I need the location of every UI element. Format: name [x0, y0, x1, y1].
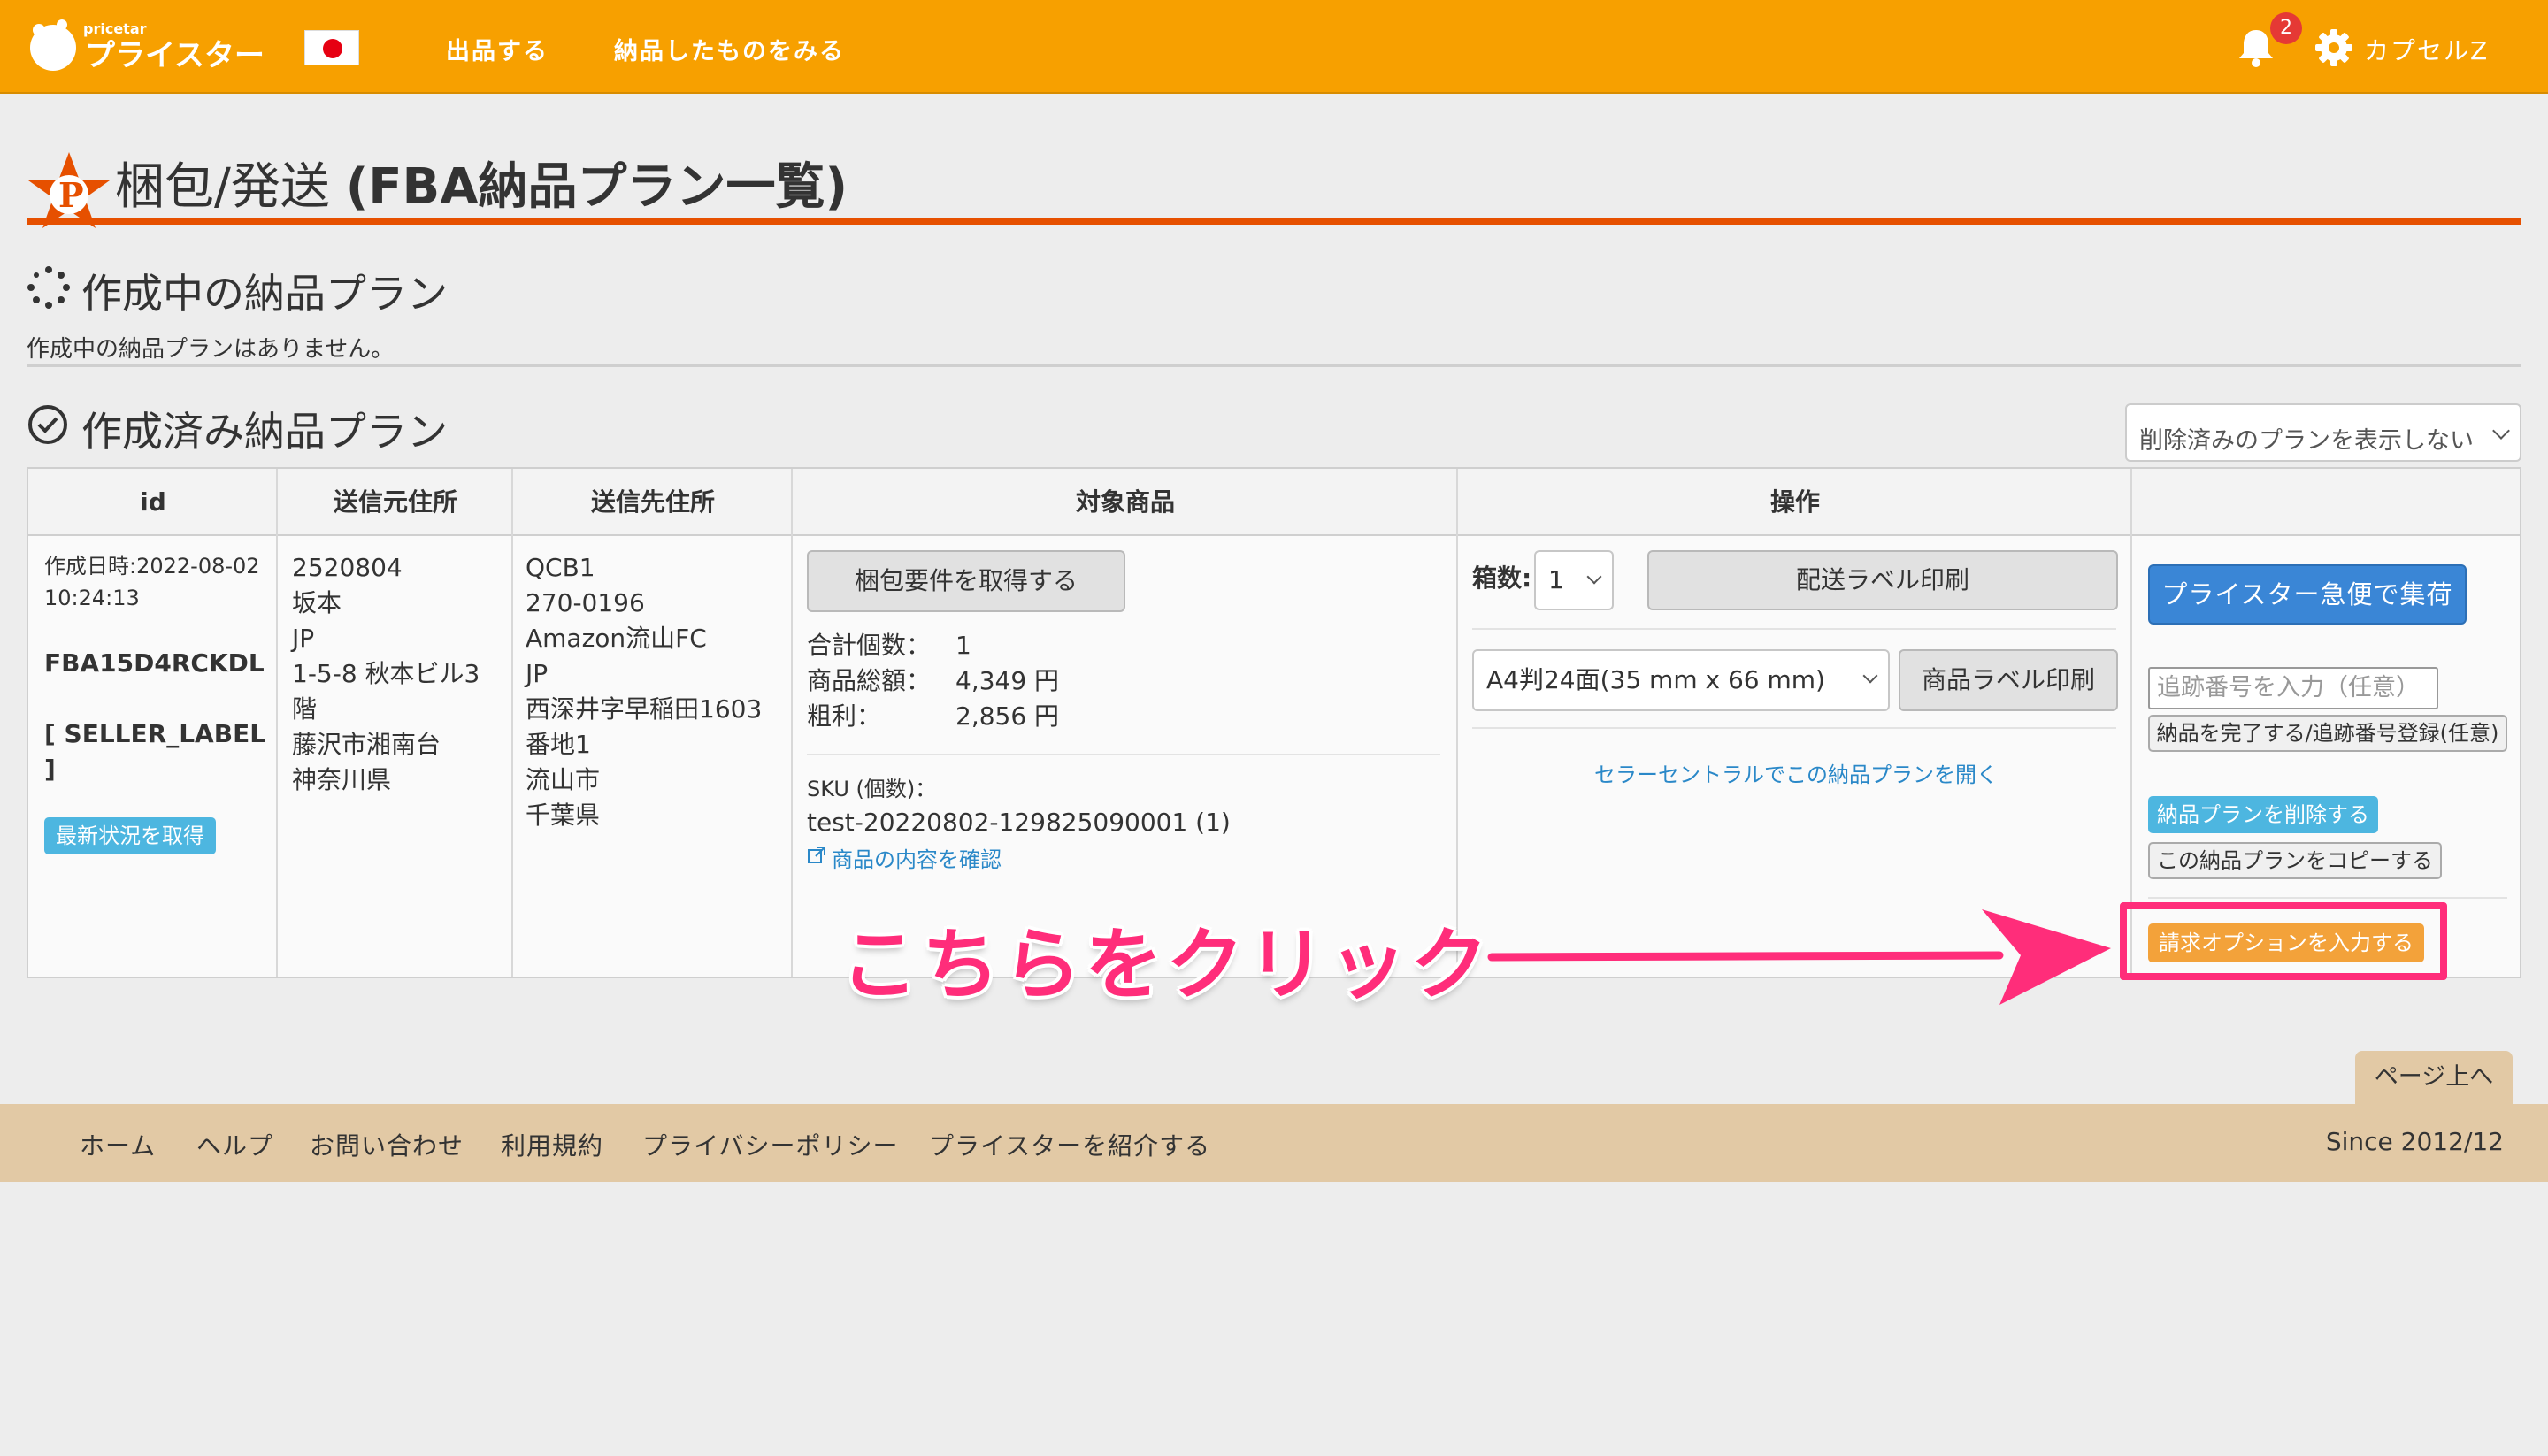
to-address: QCB1 270-0196 Amazon流山FC JP 西深井字早稲田1603 …: [526, 553, 763, 830]
products-separator: [807, 754, 1440, 755]
spinner-icon: [27, 266, 70, 309]
page-title-main: 梱包/発送: [115, 158, 330, 216]
col-divider: [1456, 469, 1458, 977]
chevron-down-icon: [2492, 422, 2510, 440]
profit-value: 2,856 円: [956, 701, 1060, 731]
chevron-down-icon: [1586, 569, 1602, 585]
annotation-click-here: こちらをクリック: [840, 919, 1493, 1010]
section-divider: [27, 364, 2521, 367]
seller-label: [ SELLER_LABEL ]: [44, 719, 266, 784]
footer-link-help[interactable]: ヘルプ: [196, 1127, 273, 1162]
svg-text:P: P: [58, 175, 84, 215]
print-shipping-label-button[interactable]: 配送ラベル印刷: [1647, 550, 2118, 610]
chevron-down-icon: [1862, 668, 1878, 684]
total-qty-value: 1: [956, 631, 971, 660]
col-divider: [791, 469, 793, 977]
box-count-label: 箱数:: [1472, 563, 1532, 593]
page-title-sub: (FBA納品プラン一覧): [345, 158, 848, 216]
print-product-label-button[interactable]: 商品ラベル印刷: [1899, 649, 2118, 711]
express-pickup-button[interactable]: プライスター急便で集荷: [2148, 564, 2467, 625]
sku-label: SKU (個数)：: [807, 777, 937, 801]
pricetar-logo[interactable]: pricetar プライスター: [25, 12, 290, 83]
label-format-select[interactable]: A4判24面(35 mm x 66 mm): [1472, 649, 1890, 711]
user-name[interactable]: カプセルZ: [2364, 32, 2489, 67]
from-address: 2520804 坂本 JP 1-5-8 秋本ビル3 階 藤沢市湘南台 神奈川県: [292, 553, 480, 794]
created-at: 作成日時:2022-08-02 10:24:13: [44, 554, 260, 610]
complete-shipment-button[interactable]: 納品を完了する/追跡番号登録(任意): [2148, 715, 2507, 752]
footer-link-contact[interactable]: お問い合わせ: [310, 1127, 464, 1162]
total-qty-label: 合計個数：: [807, 631, 932, 660]
total-amount-value: 4,349 円: [956, 666, 1060, 695]
refresh-status-button[interactable]: 最新状況を取得: [44, 817, 216, 854]
bell-icon[interactable]: [2237, 27, 2276, 67]
th-products: 対象商品: [1075, 487, 1175, 517]
check-items-link[interactable]: 商品の内容を確認: [832, 842, 1002, 873]
th-id: id: [140, 487, 166, 517]
profit-label: 粗利：: [807, 701, 882, 731]
logo-main-text: プライスター: [85, 38, 265, 73]
seller-central-link[interactable]: セラーセントラルでこの納品プランを開く: [1594, 757, 1998, 788]
th-to-address: 送信先住所: [590, 487, 715, 517]
get-packing-requirements-button[interactable]: 梱包要件を取得する: [807, 550, 1125, 612]
box-count-value: 1: [1548, 565, 1564, 594]
footer-link-home[interactable]: ホーム: [80, 1127, 156, 1162]
footer: ホーム ヘルプ お問い合わせ 利用規約 プライバシーポリシー プライスターを紹介…: [0, 1104, 2548, 1182]
footer-link-privacy[interactable]: プライバシーポリシー: [642, 1127, 898, 1162]
completed-title: 作成済み納品プラン: [81, 408, 448, 456]
logo-small-text: pricetar: [83, 20, 147, 37]
actions-separator: [1472, 727, 2116, 729]
delete-plan-button[interactable]: 納品プランを削除する: [2148, 796, 2378, 833]
top-header: pricetar プライスター 出品する 納品したものをみる 2 カプセルZ: [0, 0, 2548, 94]
total-amount-label: 商品総額：: [807, 666, 932, 695]
title-divider: [27, 218, 2521, 225]
tracking-number-input[interactable]: 追跡番号を入力（任意）: [2148, 667, 2438, 709]
annotation-highlight-box: [2120, 902, 2447, 980]
check-circle-icon: [28, 405, 67, 444]
col-divider: [511, 469, 513, 977]
label-format-value: A4判24面(35 mm x 66 mm): [1486, 665, 1825, 694]
footer-link-terms[interactable]: 利用規約: [501, 1127, 603, 1162]
notification-badge: 2: [2270, 12, 2302, 44]
plan-id: FBA15D4RCKDL: [44, 648, 265, 678]
footer-link-refer[interactable]: プライスターを紹介する: [929, 1127, 1210, 1162]
page-title: 梱包/発送 (FBA納品プラン一覧): [115, 147, 848, 218]
deleted-plans-filter-select[interactable]: 削除済みのプランを表示しない: [2125, 403, 2521, 462]
th-extra: [2132, 469, 2520, 536]
in-progress-title: 作成中の納品プラン: [81, 270, 448, 318]
col-divider: [2130, 469, 2132, 977]
nav-shipped-items[interactable]: 納品したものをみる: [614, 32, 845, 66]
actions-separator: [1472, 628, 2116, 630]
footer-since: Since 2012/12: [2325, 1127, 2504, 1156]
in-progress-empty-message: 作成中の納品プランはありません。: [27, 336, 395, 363]
extra-separator: [2148, 897, 2507, 899]
page-top-button[interactable]: ページ上へ: [2355, 1051, 2513, 1106]
col-divider: [276, 469, 278, 977]
table-header-row: id 送信元住所 送信先住所 対象商品 操作: [28, 469, 2520, 536]
th-from-address: 送信元住所: [333, 487, 457, 517]
gear-icon[interactable]: [2314, 28, 2353, 67]
annotation-arrow-icon: [1487, 909, 2111, 1005]
th-actions: 操作: [1769, 487, 1820, 517]
filter-selected-value: 削除済みのプランを表示しない: [2139, 427, 2474, 455]
sku-value: test-20220802-129825090001 (1): [807, 808, 1231, 837]
copy-plan-button[interactable]: この納品プランをコピーする: [2148, 842, 2442, 879]
box-count-select[interactable]: 1: [1534, 550, 1614, 610]
nav-listing[interactable]: 出品する: [446, 32, 549, 66]
japan-flag-icon[interactable]: [304, 30, 359, 65]
external-link-icon: [808, 847, 825, 863]
